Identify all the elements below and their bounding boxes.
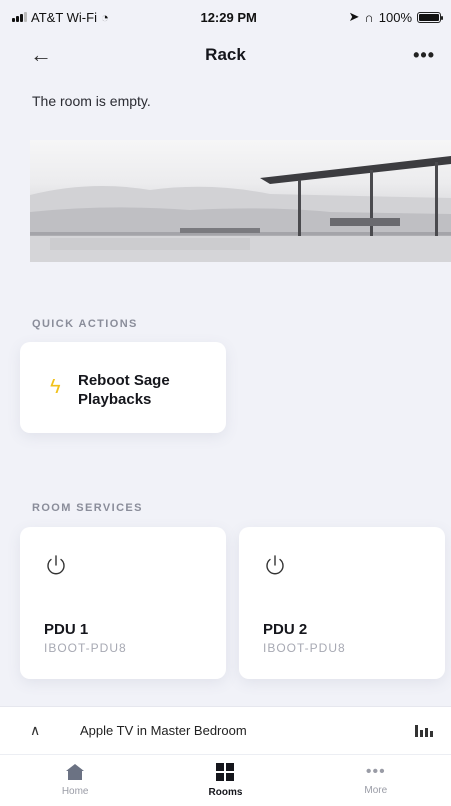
nav-bar: ← Rack ••• bbox=[0, 34, 451, 76]
tab-bar: Home Rooms ••• More bbox=[0, 754, 451, 806]
service-name: PDU 2 bbox=[263, 621, 308, 638]
tab-label: Rooms bbox=[208, 787, 243, 798]
room-services-heading: ROOM SERVICES bbox=[32, 502, 143, 514]
tab-label: Home bbox=[61, 786, 89, 797]
page-title: Rack bbox=[205, 45, 246, 64]
battery-icon bbox=[417, 11, 443, 23]
home-icon bbox=[66, 764, 85, 780]
status-bar: AT&T Wi-Fi ◔ 12:29 PM ➤ ∩ 100% bbox=[0, 0, 451, 34]
carrier-label: AT&T Wi-Fi bbox=[31, 9, 97, 25]
wifi-icon: ◔ bbox=[100, 9, 109, 25]
service-name: PDU 1 bbox=[44, 621, 89, 638]
battery-label: 100% bbox=[378, 9, 412, 25]
rooms-icon bbox=[216, 763, 235, 781]
signal-icon bbox=[12, 12, 27, 22]
quick-action-title: Reboot Sage Playbacks bbox=[78, 372, 170, 408]
power-icon bbox=[47, 555, 65, 575]
tab-rooms[interactable]: Rooms bbox=[165, 763, 285, 798]
now-playing-text: Apple TV in Master Bedroom bbox=[80, 723, 247, 738]
back-arrow-icon[interactable]: ← bbox=[30, 42, 52, 68]
room-status-text: The room is empty. bbox=[32, 93, 151, 109]
equalizer-icon[interactable] bbox=[415, 724, 433, 737]
service-model: IBOOT-PDU8 bbox=[44, 641, 127, 655]
lightning-icon: ϟ bbox=[50, 376, 61, 398]
power-icon bbox=[266, 555, 284, 575]
tab-more[interactable]: ••• More bbox=[316, 763, 436, 797]
room-hero-image bbox=[30, 140, 451, 262]
more-options-icon[interactable]: ••• bbox=[413, 45, 435, 66]
quick-actions-heading: QUICK ACTIONS bbox=[32, 318, 138, 330]
status-right: ➤ ∩ 100% bbox=[348, 9, 443, 25]
now-playing-bar[interactable]: ∧ Apple TV in Master Bedroom bbox=[0, 706, 451, 754]
tab-home[interactable]: Home bbox=[15, 764, 135, 797]
service-card-pdu2[interactable]: PDU 2 IBOOT-PDU8 bbox=[239, 527, 445, 679]
headphones-icon: ∩ bbox=[364, 9, 374, 25]
location-icon: ➤ bbox=[348, 9, 360, 24]
tab-label: More bbox=[364, 785, 388, 796]
status-left: AT&T Wi-Fi ◔ bbox=[12, 10, 109, 25]
more-icon: ••• bbox=[365, 763, 386, 780]
service-model: IBOOT-PDU8 bbox=[263, 641, 346, 655]
quick-action-reboot-card[interactable]: ϟ Reboot Sage Playbacks bbox=[20, 342, 226, 433]
clock: 12:29 PM bbox=[200, 9, 257, 25]
chevron-up-icon[interactable]: ∧ bbox=[30, 722, 46, 739]
service-card-pdu1[interactable]: PDU 1 IBOOT-PDU8 bbox=[20, 527, 226, 679]
